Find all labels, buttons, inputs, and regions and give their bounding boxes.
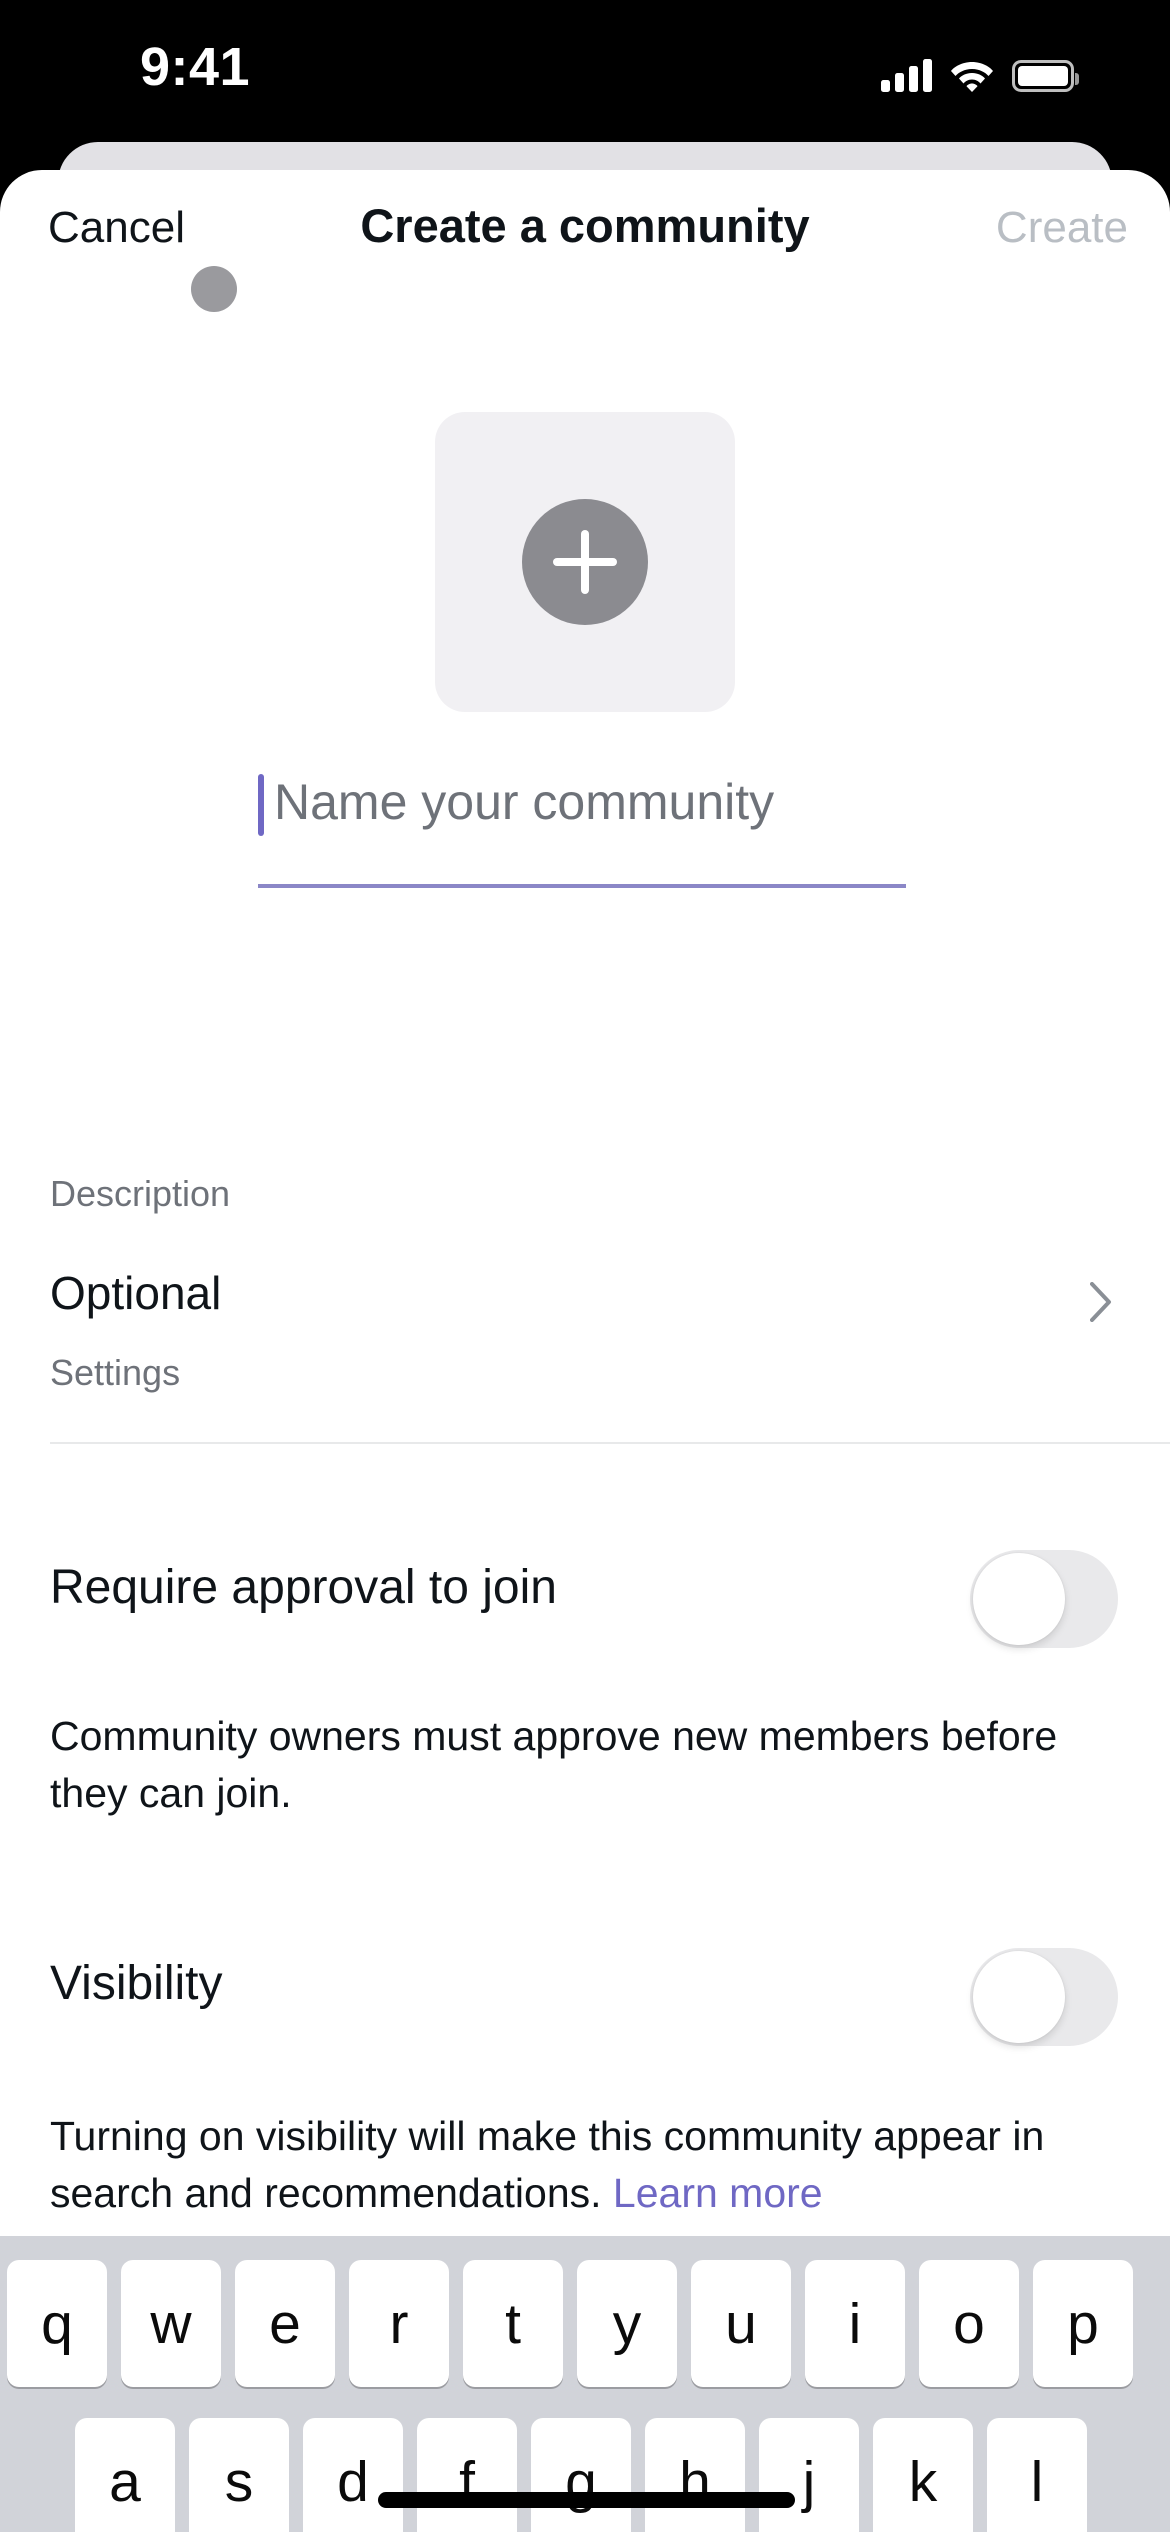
key-r[interactable]: r (349, 2260, 449, 2387)
touch-indicator (191, 266, 237, 312)
key-o[interactable]: o (919, 2260, 1019, 2387)
wifi-icon (950, 58, 994, 92)
description-value: Optional (50, 1267, 222, 1319)
community-avatar-picker[interactable] (435, 412, 735, 712)
key-k[interactable]: k (873, 2418, 973, 2532)
setting-row-require-approval[interactable]: Require approval to join (0, 1550, 1170, 1660)
setting-description-text: Turning on visibility will make this com… (50, 2113, 1045, 2216)
community-name-field[interactable]: Name your community (258, 768, 906, 888)
status-bar: 9:41 (0, 0, 1170, 142)
toggle-knob (973, 1951, 1065, 2043)
key-u[interactable]: u (691, 2260, 791, 2387)
description-section-label: Description (50, 1173, 231, 1214)
key-t[interactable]: t (463, 2260, 563, 2387)
toggle-visibility[interactable] (970, 1948, 1118, 2046)
key-g[interactable]: g (531, 2418, 631, 2532)
avatar-placeholder-box[interactable] (435, 412, 735, 712)
key-e[interactable]: e (235, 2260, 335, 2387)
signal-bars-icon (881, 58, 932, 92)
page-title: Create a community (360, 199, 810, 252)
setting-title-visibility: Visibility (50, 1957, 223, 2010)
key-l[interactable]: l (987, 2418, 1087, 2532)
chevron-right-icon (1090, 1282, 1112, 1322)
name-field-underline (258, 884, 906, 888)
section-divider (50, 1442, 1170, 1444)
keyboard-row-1: qwertyuiop (0, 2260, 1170, 2387)
plus-icon[interactable] (522, 499, 648, 625)
key-y[interactable]: y (577, 2260, 677, 2387)
key-a[interactable]: a (75, 2418, 175, 2532)
status-bar-time: 9:41 (140, 37, 251, 97)
key-h[interactable]: h (645, 2418, 745, 2532)
text-cursor (258, 774, 264, 836)
on-screen-keyboard[interactable]: qwertyuiop asdfghjkl (0, 2236, 1170, 2532)
toggle-require-approval[interactable] (970, 1550, 1118, 1648)
create-button[interactable]: Create (996, 206, 1128, 250)
key-w[interactable]: w (121, 2260, 221, 2387)
learn-more-link[interactable]: Learn more (613, 2170, 823, 2216)
key-q[interactable]: q (7, 2260, 107, 2387)
create-community-sheet: Cancel Create a community Create Name yo… (0, 170, 1170, 2532)
status-bar-indicators (881, 48, 1079, 92)
setting-description-visibility: Turning on visibility will make this com… (50, 2108, 1120, 2221)
toggle-knob (973, 1553, 1065, 1645)
key-j[interactable]: j (759, 2418, 859, 2532)
setting-title-require-approval: Require approval to join (50, 1561, 557, 1614)
community-name-placeholder: Name your community (274, 774, 775, 830)
battery-icon (1012, 60, 1079, 92)
key-f[interactable]: f (417, 2418, 517, 2532)
key-d[interactable]: d (303, 2418, 403, 2532)
keyboard-row-2: asdfghjkl (0, 2418, 1170, 2532)
key-s[interactable]: s (189, 2418, 289, 2532)
phone-screen: 9:41 Cancel Create a community Create Na… (0, 0, 1170, 2532)
key-i[interactable]: i (805, 2260, 905, 2387)
settings-section-label: Settings (50, 1352, 181, 1393)
home-indicator[interactable] (378, 2492, 795, 2508)
description-row[interactable]: Optional (0, 1248, 1170, 1368)
key-p[interactable]: p (1033, 2260, 1133, 2387)
sheet-header: Cancel Create a community Create (0, 170, 1170, 286)
setting-row-visibility[interactable]: Visibility (0, 1748, 1170, 2046)
